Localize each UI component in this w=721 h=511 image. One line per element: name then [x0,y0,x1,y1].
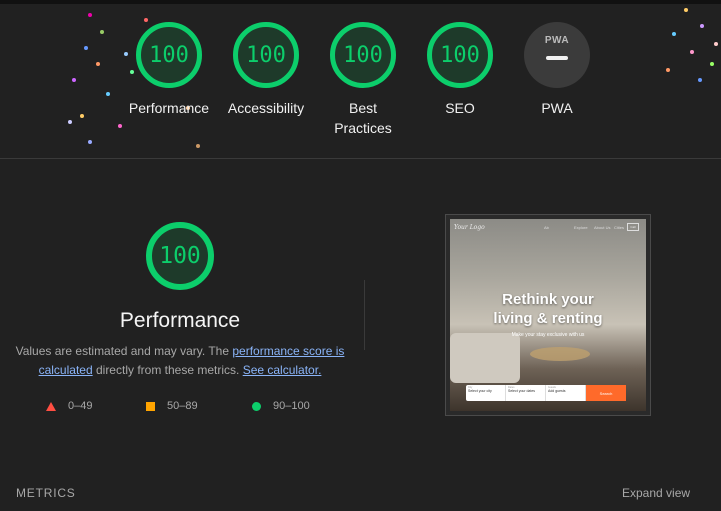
gauge-ring: 100 [330,22,396,88]
gauge-score: 100 [343,42,383,68]
desc-text: Values are estimated and may vary. The [15,344,233,358]
legend-range: 50–89 [167,400,198,412]
gauge-score: 100 [149,42,189,68]
field-value: Select your city [468,389,492,393]
gauge-seo[interactable]: 100 SEO [405,22,515,118]
square-icon [146,401,155,411]
performance-title: Performance [119,309,241,332]
gauge-ring: 100 [427,22,493,88]
gauge-best-practices[interactable]: 100 Best Practices [308,22,418,138]
gauge-ring: 100 [136,22,202,88]
nav-call-button: Call [627,223,639,231]
field-value: Add guests [548,389,566,393]
legend-fail: 0–49 [46,400,92,412]
screenshot-page: Your Logo Ab Explore About Us Cities Cal… [450,219,646,411]
vertical-separator [364,280,365,350]
nav-item: Explore [574,225,588,230]
see-calculator-link[interactable]: See calculator. [243,363,322,377]
screenshot-searchbar: City Select your city Dates Select your da… [466,385,626,401]
screenshot-nav: Your Logo Ab Explore About Us Cities Cal… [450,219,646,237]
field-value: Select your dates [508,389,536,393]
gauge-label: Accessibility [227,100,305,116]
performance-score: 100 [159,243,201,269]
search-field: City Select your city [466,385,506,401]
gauge-score: 100 [440,42,480,68]
pwa-badge-text: PWA [544,35,570,46]
category-gauges: 100 Performance 100 Accessibility 100 Be… [0,8,721,152]
gauge-ring: 100 [233,22,299,88]
gauge-pwa[interactable]: PWA PWA [502,22,612,118]
search-field: Dates Select your dates [506,385,546,401]
top-bar [0,0,721,4]
gauge-label: Best Practices [334,100,392,136]
section-divider [0,158,721,159]
gauge-label: Performance [128,100,210,116]
nav-item: About Us [594,225,611,230]
gauge-label: PWA [541,100,573,116]
legend-range: 0–49 [68,400,93,412]
expand-view-button[interactable]: Expand view [622,486,690,500]
nav-item: Cities [614,225,625,230]
desc-text: directly from these metrics. [92,363,243,377]
triangle-icon [46,401,56,411]
circle-icon [252,401,261,411]
table-image [530,347,590,361]
metrics-heading: METRICS [16,486,76,500]
sofa-image [450,333,520,383]
hero-subtitle: Make your stay exclusive with us [511,332,585,338]
search-button: Search [586,385,626,401]
final-screenshot[interactable]: Your Logo Ab Explore About Us Cities Cal… [445,214,651,416]
legend-pass: 90–100 [252,400,310,412]
performance-description: Values are estimated and may vary. The p… [14,342,346,380]
gauge-performance[interactable]: 100 Performance [114,22,224,118]
gauge-label: SEO [445,100,475,116]
legend-range: 90–100 [273,400,310,412]
gauge-score: 100 [246,42,286,68]
screenshot-logo: Your Logo [454,224,485,231]
pwa-badge-icon: PWA [524,22,590,88]
nav-item: Ab [544,225,549,230]
performance-gauge: 100 [146,222,214,290]
dash-icon [546,56,568,60]
legend-average: 50–89 [146,400,198,412]
hero-line-1: Rethink your [502,291,594,308]
gauge-accessibility[interactable]: 100 Accessibility [211,22,321,118]
search-field: Guests Add guests [546,385,586,401]
hero-line-2: living & renting [493,310,603,327]
